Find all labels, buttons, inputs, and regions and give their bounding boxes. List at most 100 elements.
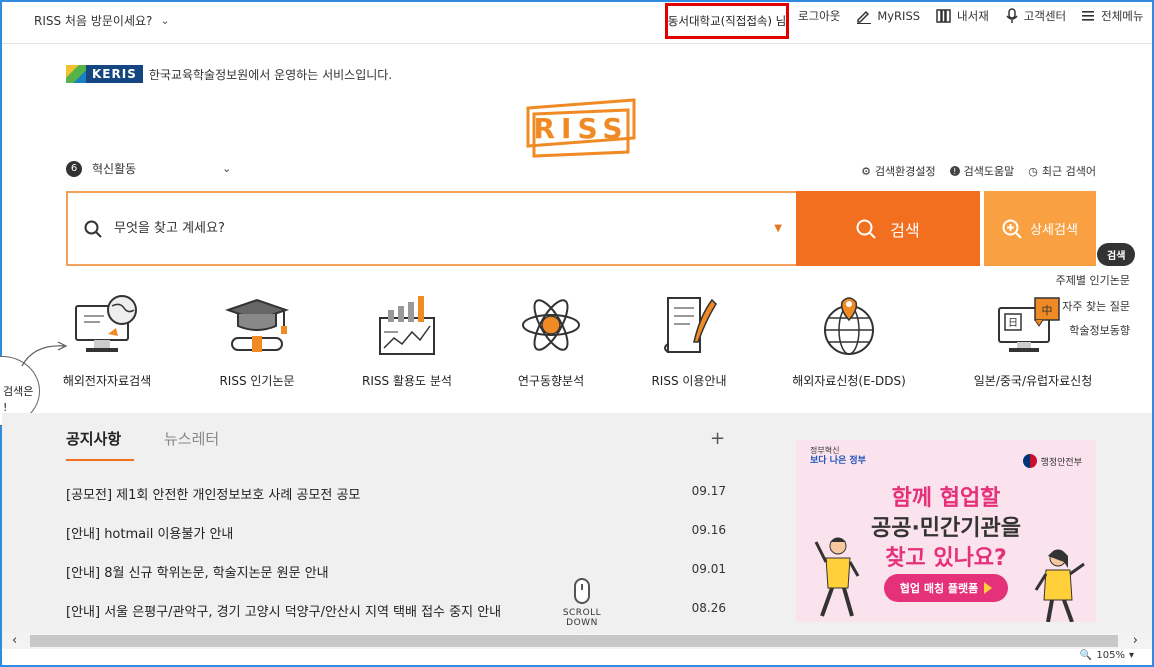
play-icon bbox=[984, 582, 993, 594]
monitor-globe-icon bbox=[75, 295, 137, 352]
innovation-dropdown[interactable]: 6 혁신활동 ⌄ bbox=[66, 160, 231, 177]
service-label: RISS 활용도 분석 bbox=[362, 374, 452, 388]
scroll-down-label: SCROLL DOWN bbox=[562, 608, 602, 628]
search-input[interactable] bbox=[114, 221, 714, 236]
service-edds[interactable]: 해외자료신청(E-DDS) bbox=[784, 292, 914, 389]
tab-newsletter[interactable]: 뉴스레터 bbox=[164, 428, 219, 461]
ad-banner[interactable]: 정부혁신 보다 나은 정부 행정안전부 함께 협업할 공공·민간기관을 찾고 있… bbox=[796, 440, 1096, 622]
customer-center-label: 고객센터 bbox=[1023, 9, 1067, 23]
chevron-down-icon: ⌄ bbox=[160, 14, 170, 27]
banner-cta-label: 협업 매칭 플랫폼 bbox=[899, 582, 979, 595]
service-riss-usage-analysis[interactable]: RISS 활용도 분석 bbox=[342, 292, 472, 389]
advanced-search-button[interactable]: 상세검색 bbox=[984, 191, 1096, 266]
gear-icon: ⚙ bbox=[861, 164, 871, 178]
person-left-illustration bbox=[814, 537, 860, 617]
person-right-illustration bbox=[1034, 549, 1085, 622]
my-library-link[interactable]: 내서재 bbox=[936, 8, 989, 24]
ministry-logo: 행정안전부 bbox=[1022, 454, 1082, 468]
mouse-icon bbox=[574, 578, 590, 604]
customer-center-link[interactable]: 고객센터 bbox=[1005, 8, 1066, 24]
info-icon: ! bbox=[949, 166, 960, 176]
search-settings-label: 검색환경설정 bbox=[874, 165, 936, 178]
notice-date: 09.17 bbox=[691, 484, 726, 498]
list-item[interactable]: [안내] 8월 신규 학위논문, 학술지논문 원문 안내 09.01 bbox=[66, 562, 726, 601]
user-name: 동서대학교(직접접속) 님 bbox=[665, 3, 789, 39]
atom-icon bbox=[522, 299, 580, 351]
banner-cta-button[interactable]: 협업 매칭 플랫폼 bbox=[884, 574, 1008, 602]
microphone-icon bbox=[1006, 8, 1018, 23]
service-riss-guide[interactable]: RISS 이용안내 bbox=[624, 292, 754, 389]
scroll-left-icon[interactable]: ‹ bbox=[12, 633, 17, 648]
notice-date: 09.01 bbox=[691, 562, 726, 576]
banner-line-1: 함께 협업할 bbox=[891, 486, 1001, 511]
gov-innovation-logo: 정부혁신 보다 나은 정부 bbox=[810, 446, 866, 466]
more-plus-icon[interactable]: + bbox=[710, 428, 725, 449]
chevron-down-icon: ▾ bbox=[1128, 650, 1134, 661]
hamburger-icon bbox=[1082, 11, 1095, 21]
logout-link[interactable]: 로그아웃 bbox=[798, 8, 840, 24]
search-icon bbox=[856, 219, 876, 239]
keris-logo-text: KERIS bbox=[86, 65, 143, 83]
search-help-link[interactable]: ! 검색도움말 bbox=[949, 163, 1015, 179]
tab-notices[interactable]: 공지사항 bbox=[66, 428, 134, 461]
service-label: 연구동향분석 bbox=[517, 374, 585, 388]
advanced-search-label: 상세검색 bbox=[1030, 223, 1078, 238]
full-menu-label: 전체메뉴 bbox=[1101, 9, 1144, 23]
svg-text:日: 日 bbox=[1008, 318, 1018, 329]
dropdown-triangle-icon[interactable]: ▼ bbox=[774, 223, 782, 234]
search-help-label: 검색도움말 bbox=[963, 165, 1015, 178]
pencil-icon bbox=[857, 10, 872, 24]
scroll-right-icon[interactable]: › bbox=[1133, 633, 1138, 648]
notice-tabs: 공지사항 뉴스레터 bbox=[66, 428, 219, 461]
search-bar: ▼ bbox=[66, 191, 796, 266]
document-quill-icon bbox=[664, 297, 717, 353]
gov-line-1: 정부혁신 bbox=[810, 446, 840, 455]
service-riss-popular-papers[interactable]: RISS 인기논문 bbox=[192, 292, 322, 389]
service-label: RISS 인기논문 bbox=[219, 374, 295, 388]
bookshelf-icon bbox=[936, 9, 951, 23]
service-research-trends[interactable]: 연구동향분석 bbox=[486, 292, 616, 389]
full-menu-button[interactable]: 전체메뉴 bbox=[1082, 8, 1143, 24]
notice-title: [안내] hotmail 이용불가 안내 bbox=[66, 527, 234, 542]
search-settings-link[interactable]: ⚙ 검색환경설정 bbox=[861, 163, 936, 179]
monitor-language-icon: 日 中 bbox=[998, 297, 1060, 352]
zoom-control[interactable]: 🔍 105% ▾ bbox=[1080, 650, 1134, 661]
gov-line-2: 보다 나은 정부 bbox=[810, 456, 866, 466]
ministry-name: 행정안전부 bbox=[1040, 457, 1082, 468]
recent-searches-link[interactable]: ◷ 최근 검색어 bbox=[1028, 163, 1096, 179]
keris-mark-icon bbox=[66, 65, 86, 83]
zoom-icon: 🔍 bbox=[1079, 650, 1093, 661]
side-search-tag[interactable]: 검색 bbox=[1097, 243, 1136, 266]
myriss-label: MyRISS bbox=[877, 9, 921, 23]
notice-title: [공모전] 제1회 안전한 개인정보보호 사례 공모전 공모 bbox=[66, 488, 361, 503]
service-jp-cn-eu-request[interactable]: 日 中 일본/중국/유럽자료신청 bbox=[968, 292, 1098, 389]
riss-logo[interactable]: RISS bbox=[524, 98, 638, 158]
list-item[interactable]: [안내] hotmail 이용불가 안내 09.16 bbox=[66, 523, 726, 562]
myriss-link[interactable]: MyRISS bbox=[856, 8, 920, 24]
notice-date: 09.16 bbox=[691, 523, 726, 537]
zoom-level: 105% bbox=[1096, 650, 1125, 661]
notice-list: [공모전] 제1회 안전한 개인정보보호 사례 공모전 공모 09.17 [안내]… bbox=[66, 484, 726, 640]
keris-tagline: 한국교육학술정보원에서 운영하는 서비스입니다. bbox=[148, 67, 393, 82]
keris-line: KERIS 한국교육학술정보원에서 운영하는 서비스입니다. bbox=[66, 64, 392, 84]
search-button[interactable]: 검색 bbox=[796, 191, 980, 266]
service-label: 해외자료신청(E-DDS) bbox=[792, 374, 906, 388]
notice-title: [안내] 8월 신규 학위논문, 학술지논문 원문 안내 bbox=[66, 566, 329, 581]
keris-logo[interactable]: KERIS bbox=[66, 64, 143, 84]
innovation-number: 6 bbox=[66, 160, 82, 177]
scroll-down-indicator[interactable]: SCROLL DOWN ⌄ bbox=[546, 578, 618, 638]
recent-searches-label: 최근 검색어 bbox=[1041, 165, 1096, 178]
search-tools: ⚙ 검색환경설정 ! 검색도움말 ◷ 최근 검색어 bbox=[861, 163, 1096, 179]
bubble-line-1: 검색은 bbox=[3, 385, 34, 398]
globe-pin-icon bbox=[824, 297, 874, 355]
first-visit-dropdown[interactable]: RISS 처음 방문이세요? ⌄ bbox=[34, 12, 170, 29]
list-item[interactable]: [공모전] 제1회 안전한 개인정보보호 사례 공모전 공모 09.17 bbox=[66, 484, 726, 523]
svg-text:中: 中 bbox=[1042, 304, 1053, 317]
top-nav: 로그아웃 MyRISS 내서재 고객센터 전체메뉴 bbox=[798, 8, 1143, 24]
service-overseas-e-resources[interactable]: 해외전자자료검색 bbox=[42, 292, 172, 389]
horizontal-scrollbar[interactable]: ‹ › bbox=[2, 633, 1152, 649]
service-label: 일본/중국/유럽자료신청 bbox=[973, 374, 1093, 388]
search-button-label: 검색 bbox=[890, 220, 920, 240]
side-link-popular-papers[interactable]: 주제별 인기논문 bbox=[1056, 272, 1130, 288]
scrollbar-thumb[interactable] bbox=[30, 635, 1118, 647]
